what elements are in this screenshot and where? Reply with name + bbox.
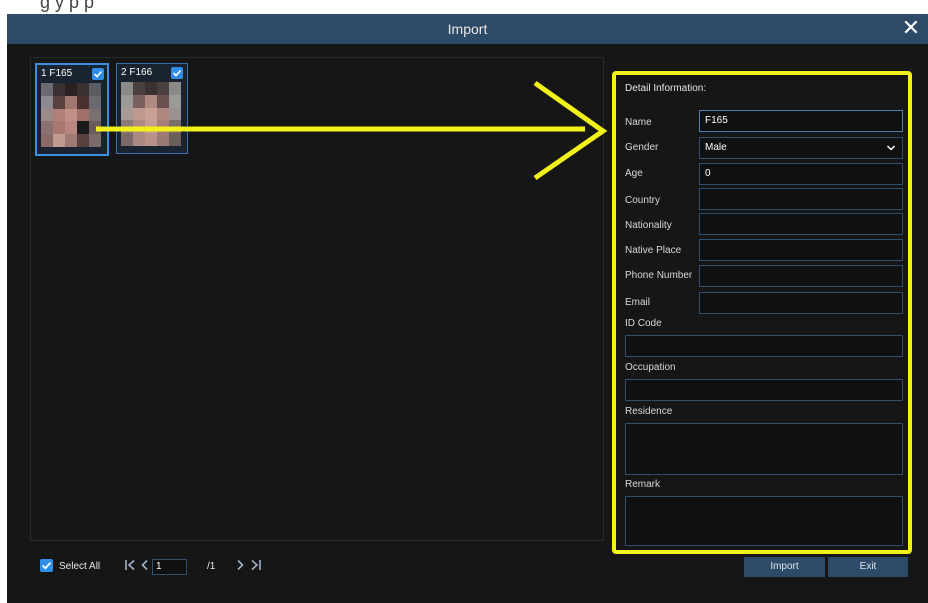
select-all-checkbox[interactable] bbox=[40, 559, 53, 572]
prev-page-icon[interactable] bbox=[140, 559, 150, 574]
page-total: /1 bbox=[207, 561, 216, 572]
last-page-icon[interactable] bbox=[250, 559, 262, 574]
page-number-input[interactable]: 1 bbox=[152, 559, 187, 575]
exit-button[interactable]: Exit bbox=[828, 557, 908, 577]
first-page-icon[interactable] bbox=[124, 559, 136, 574]
next-page-icon[interactable] bbox=[235, 559, 245, 574]
select-all-label: Select All bbox=[59, 561, 101, 572]
import-button[interactable]: Import bbox=[744, 557, 825, 577]
annotation-arrow bbox=[96, 80, 608, 181]
